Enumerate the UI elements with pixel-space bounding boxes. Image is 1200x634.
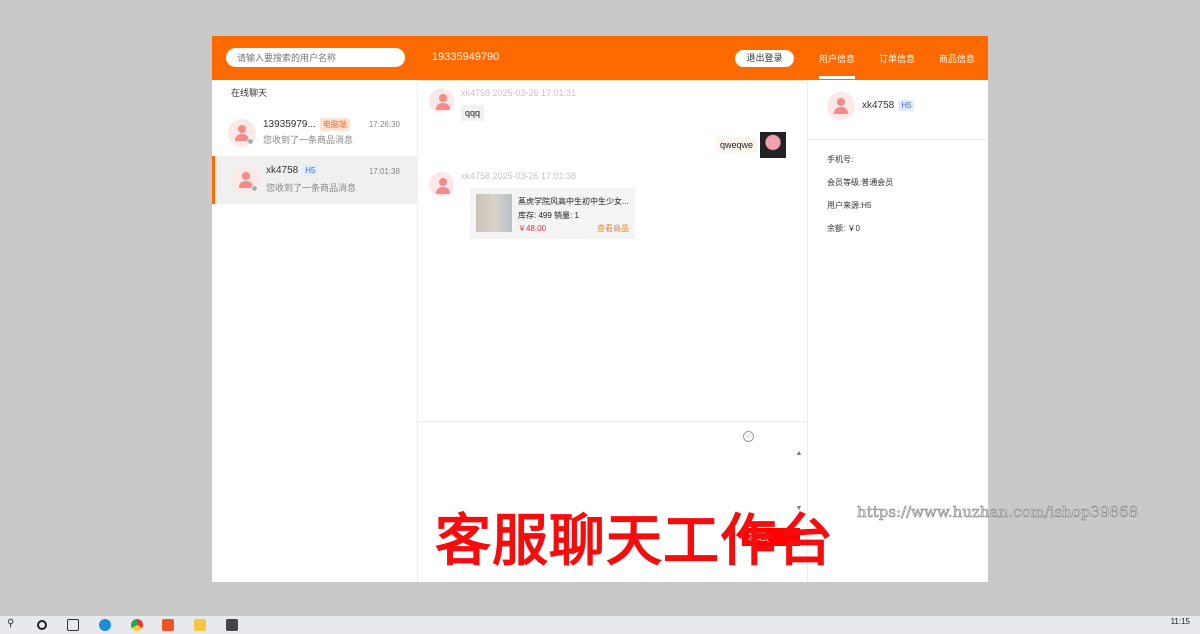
message-bubble: qqq [461,105,485,121]
conversation-list: 在线聊天 13935979... 电脑端 17:26:30 您收到了一条商品消息 … [212,80,418,582]
conversation-preview: 您收到了一条商品消息 [266,183,357,193]
product-stock: 库存: 499 销量: 1 [518,211,579,220]
header: 19335949790 退出登录 用户信息 订单信息 商品信息 [212,36,988,80]
conversation-item-selected[interactable]: xk4758 H5 17:01:38 您收到了一条商品消息 [212,156,418,204]
file-explorer-icon[interactable] [194,619,206,631]
agent-avatar [760,132,786,158]
task-view-icon[interactable] [67,619,79,631]
product-price: ￥48.00 [518,224,547,233]
member-level-field: 会员等级:普通会员 [827,178,894,187]
avatar [429,88,454,113]
tab-product-info[interactable]: 商品信息 [939,52,975,65]
message-meta: xk4758 2025-03-26 17:01:38 [461,171,577,181]
clock: 11:15 [1170,617,1190,626]
conversation-time: 17:01:38 [368,167,400,176]
avatar [429,172,454,197]
offline-status-icon [251,185,258,192]
tab-order-info[interactable]: 订单信息 [879,52,915,65]
conversation-name: xk4758 [266,165,299,176]
wps-icon[interactable] [162,619,174,631]
message-bubble-self: qweqwe [715,137,757,153]
view-product-link[interactable]: 查看商品 [597,223,629,234]
conversation-item[interactable]: 13935979... 电脑端 17:26:30 您收到了一条商品消息 [212,110,418,158]
chrome-icon[interactable] [131,619,143,631]
app-icon[interactable] [226,619,238,631]
balance-field: 余额: ￥0 [827,224,860,233]
avatar [827,92,855,120]
emoji-icon[interactable]: ☺ [743,431,754,442]
search-icon[interactable]: ⚲ [7,618,14,629]
source-badge: 电脑端 [319,118,350,131]
online-chat-title: 在线聊天 [231,88,268,98]
agent-phone: 19335949790 [432,51,500,63]
phone-field: 手机号: [827,155,854,164]
conversation-name: 13935979... [263,119,316,130]
logout-button[interactable]: 退出登录 [735,50,794,67]
overlay-title: 客服聊天工作台 [435,509,834,574]
conversation-preview: 您收到了一条商品消息 [263,135,354,145]
tab-user-info[interactable]: 用户信息 [819,52,856,79]
taskbar: ⚲ 11:15 [0,616,1200,634]
cortana-icon[interactable] [37,620,47,630]
product-card[interactable]: 蒸虎学院风高中生初中生少女... 库存: 499 销量: 1 ￥48.00 查看… [470,188,635,239]
source-badge: H5 [898,100,915,111]
source-badge: H5 [302,165,319,176]
message-area: xk4758 2025-03-26 17:01:31 qqq qweqwe xk… [419,80,806,420]
chat-workbench: 19335949790 退出登录 用户信息 订单信息 商品信息 在线聊天 139… [212,36,989,582]
watermark-url: https://www.huzhan.com/ishop39868 [857,503,1139,522]
conversation-time: 17:26:30 [368,120,400,129]
user-name: xk4758 [862,100,895,111]
product-title: 蒸虎学院风高中生初中生少女... [518,197,629,206]
user-search-input[interactable] [226,48,405,67]
message-meta: xk4758 2025-03-26 17:01:31 [461,88,577,98]
offline-status-icon [247,138,254,145]
edge-icon[interactable] [99,619,111,631]
product-image [476,194,512,232]
user-source-field: 用户来源:H5 [827,201,872,210]
